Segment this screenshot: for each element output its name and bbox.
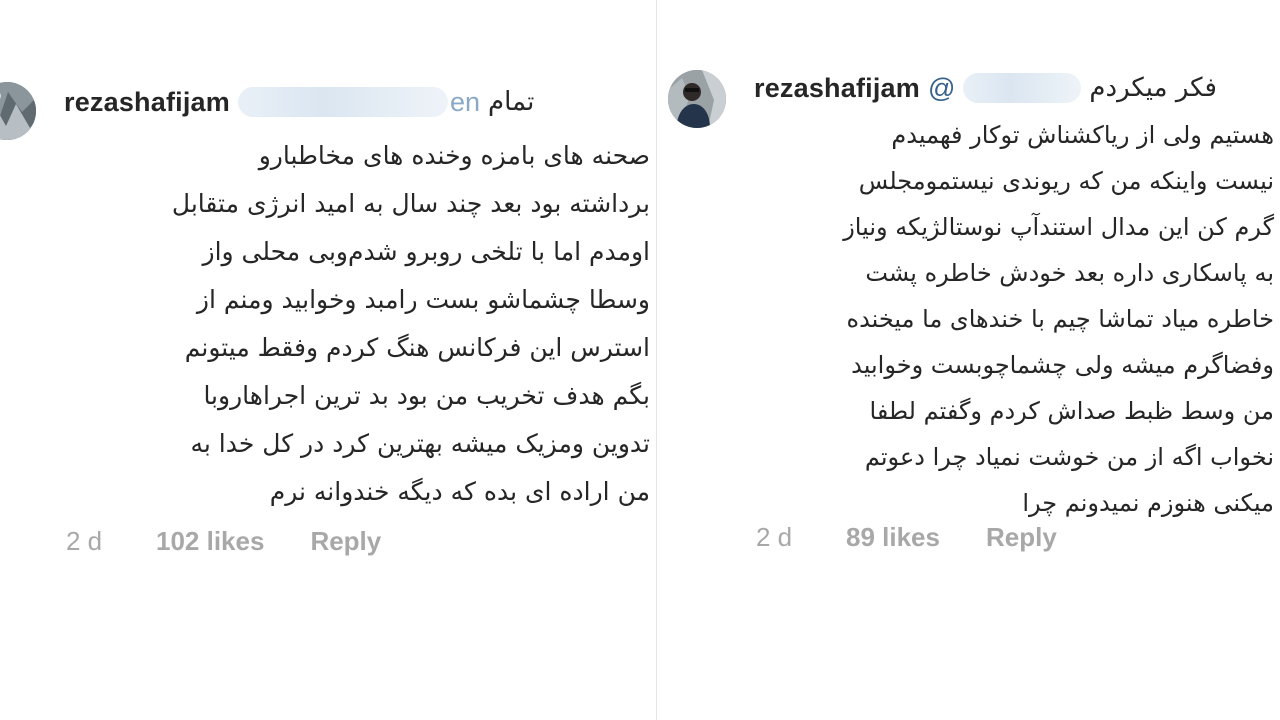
comment-meta: 2 d 102 likes Reply: [66, 526, 381, 557]
username[interactable]: rezashafijam: [754, 73, 920, 104]
comment-line: استرس این فرکانس هنگ کردم وفقط میتونم: [184, 333, 650, 362]
comment-timestamp: 2 d: [66, 526, 103, 556]
username[interactable]: rezashafijam: [64, 87, 230, 118]
avatar[interactable]: [668, 70, 726, 128]
comment-timestamp: 2 d: [756, 522, 793, 552]
comment-line: میکنی هنوزم نمیدونم چرا: [1022, 489, 1274, 517]
comment-line: من اراده ای بده که دیگه خندوانه نرم: [269, 477, 650, 506]
comment-body: هستیم ولی از ریاکشناش توکار فهمیدم نیست …: [754, 112, 1274, 526]
comment-first-word: تمام: [488, 87, 535, 117]
comment-line: گرم کن این مدال استندآپ نوستالژیکه ونیاز: [843, 213, 1274, 241]
comment-line: وسطا چشماشو بست رامبد وخوابید ومنم از: [196, 285, 650, 314]
comment-line: نیست واینکه من که ریوندی نیستمومجلس: [858, 167, 1274, 195]
comment-line: صحنه های بامزه وخنده های مخاطبارو: [258, 141, 650, 170]
comment-line: اومدم اما با تلخی روبرو شدم‌وبی محلی واز: [202, 237, 651, 266]
comment-meta: 2 d 89 likes Reply: [756, 522, 1057, 553]
likes-count[interactable]: 102 likes: [156, 526, 264, 557]
reply-button[interactable]: Reply: [310, 526, 381, 557]
screenshot-canvas: rezashafijam en تمام صحنه های بامزه وخند…: [0, 0, 1280, 720]
comment-line: تدوین ومزیک میشه بهترین کرد در کل خدا به: [190, 429, 650, 458]
comment-line: بگم هدف تخریب من بود بد ترین اجراهاروبا: [203, 381, 650, 410]
comment-line: هستیم ولی از ریاکشناش توکار فهمیدم: [891, 121, 1274, 149]
comment-line: برداشته بود بعد چند سال به امید انرژی مت…: [171, 189, 650, 218]
blurred-mention: [963, 73, 1082, 103]
comment-line: خاطره میاد تماشا چیم با خندهای ما میخنده: [846, 305, 1275, 333]
comment-header: rezashafijam en تمام: [64, 82, 604, 122]
avatar-photo-icon: [0, 82, 36, 140]
comment-header: rezashafijam @ فکر میکردم: [754, 68, 1274, 108]
comment-line: به پاسکاری داره بعد خودش خاطره پشت: [865, 259, 1274, 287]
mention-at-sign[interactable]: @: [928, 73, 955, 104]
comment-line: نخواب اگه از من خوشت نمیاد چرا دعوتم: [864, 443, 1274, 471]
avatar-photo-icon: [668, 70, 726, 128]
comment-body: صحنه های بامزه وخنده های مخاطبارو برداشت…: [60, 132, 650, 516]
comment-line: من وسط ظبط صداش کردم وگفتم لطفا: [869, 397, 1274, 425]
blurred-mention: [237, 87, 448, 117]
avatar[interactable]: [0, 82, 36, 140]
comment-line: وفضاگرم میشه ولی چشماچوبست وخوابید: [851, 351, 1274, 379]
reply-button[interactable]: Reply: [986, 522, 1057, 553]
mention-tail[interactable]: en: [450, 87, 480, 118]
panel-divider: [656, 0, 657, 720]
likes-count[interactable]: 89 likes: [846, 522, 940, 553]
comment-first-word: فکر میکردم: [1089, 73, 1217, 103]
